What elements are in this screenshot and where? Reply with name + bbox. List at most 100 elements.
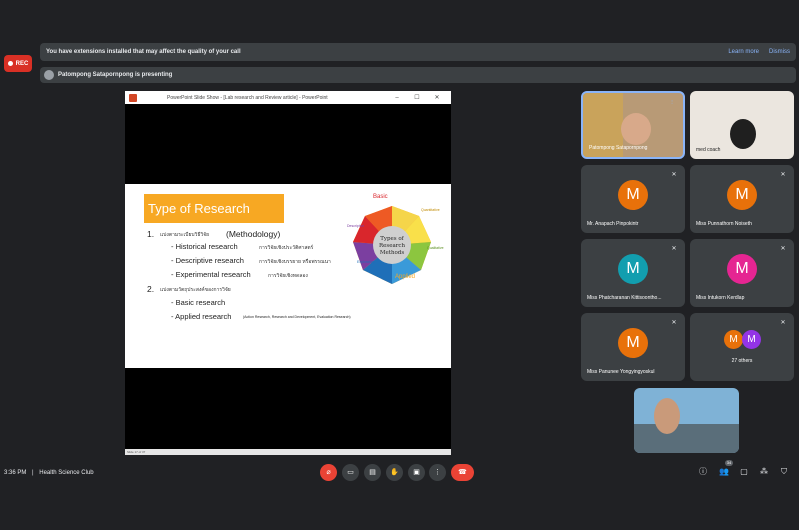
sub5-note: (Action Research, Research and Developme… <box>243 315 351 319</box>
participant-name: Miss Intukorn Kerdlap <box>696 295 745 301</box>
mic-off-icon: ✕ <box>671 320 677 326</box>
avatar: M <box>724 330 743 349</box>
extensions-notice: You have extensions installed that may a… <box>40 43 796 61</box>
mic-off-icon: ✕ <box>671 246 677 252</box>
activities-icon[interactable]: ⁂ <box>758 466 770 478</box>
info-icon[interactable]: ⓘ <box>697 466 709 478</box>
mic-off-icon: ✕ <box>671 172 677 178</box>
diagram-basic-label: Basic <box>373 194 388 200</box>
recording-badge[interactable]: REC <box>4 55 32 72</box>
participant-tile-presenter[interactable]: ⫶ Patompong Satapornpong <box>581 91 685 159</box>
participant-tile[interactable]: ✕ M Miss Punnathorn Noiseth <box>690 165 794 233</box>
mic-off-icon: ⌀ <box>326 469 331 476</box>
participant-name: Miss Panunee Yongyingyoskul <box>587 369 655 375</box>
diagram-center-line1: Types of <box>380 236 404 242</box>
meeting-info: 3:36 PM | Health Science Club <box>4 470 94 476</box>
participant-name: med coach <box>696 147 721 153</box>
participant-tile[interactable]: ✕ M Miss Phatcharanan Kittisoontho... <box>581 239 685 307</box>
slide: Type of Research 1. แบ่งตามระเบียบวิธีวิ… <box>125 184 451 368</box>
diagram-center-line2: Research <box>379 243 405 249</box>
close-icon: ✕ <box>434 95 440 101</box>
captions-button[interactable]: ▤ <box>364 464 381 481</box>
item1-number: 1. <box>147 229 155 239</box>
host-controls-icon[interactable]: ⛉ <box>778 466 790 478</box>
speaking-icon: ⫶ <box>671 100 673 106</box>
diagram-exploratory-label: Exploratory <box>357 260 375 264</box>
research-methods-diagram: Types of Research Methods <box>353 206 431 284</box>
participant-tile[interactable]: ✕ M Miss Intukorn Kerdlap <box>690 239 794 307</box>
video-background <box>634 424 739 453</box>
people-count-badge: 34 <box>725 460 733 466</box>
recording-label: REC <box>15 60 29 67</box>
mic-off-icon: ✕ <box>780 320 786 326</box>
sub2: - Descriptive research <box>171 256 244 265</box>
presenter-avatar <box>44 70 54 80</box>
diagram-descriptive-label: Descriptive <box>347 224 365 228</box>
diagram-center-line3: Methods <box>380 250 404 256</box>
meeting-name: Health Science Club <box>39 470 94 476</box>
avatar: M <box>727 254 757 284</box>
present-button[interactable]: ▣ <box>408 464 425 481</box>
presenter-video <box>621 113 651 145</box>
raise-hand-button[interactable]: ✋ <box>386 464 403 481</box>
powerpoint-icon <box>129 93 137 102</box>
captions-icon: ▤ <box>369 469 376 476</box>
camera-icon: ▭ <box>347 469 354 476</box>
presenting-banner: Patompong Satapornpong is presenting <box>40 67 796 83</box>
leave-call-button[interactable]: ☎ <box>451 464 474 481</box>
shared-screen: PowerPoint Slide Show - [Lab research an… <box>125 91 451 455</box>
sub1-thai: การวิจัยเชิงประวัติศาสตร์ <box>259 245 314 251</box>
dismiss-button[interactable]: Dismiss <box>769 49 790 55</box>
participant-tile-others[interactable]: ✕ M M 27 others <box>690 313 794 381</box>
maximize-icon: ☐ <box>414 95 420 101</box>
minimize-icon: – <box>395 94 399 101</box>
participant-tile[interactable]: ✕ M Miss Panunee Yongyingyoskul <box>581 313 685 381</box>
notice-message: You have extensions installed that may a… <box>46 49 241 55</box>
avatar: M <box>742 330 761 349</box>
avatar: M <box>618 254 648 284</box>
avatar: M <box>618 180 648 210</box>
participant-tile-med-coach[interactable]: med coach <box>690 91 794 159</box>
sub3: - Experimental research <box>171 270 251 279</box>
sub3-thai: การวิจัยเชิงทดลอง <box>268 273 308 279</box>
sub4: - Basic research <box>171 298 226 307</box>
others-count: 27 others <box>731 358 753 364</box>
diagram-quantitative-label: Quantitative <box>421 208 440 212</box>
participant-name: Patompong Satapornpong <box>589 145 648 151</box>
clock: 3:36 PM <box>4 470 27 476</box>
participant-name: Miss Phatcharanan Kittisoontho... <box>587 295 662 301</box>
slide-title: Type of Research <box>144 194 284 223</box>
present-icon: ▣ <box>413 469 420 476</box>
diagram-applied-label: Applied <box>395 274 416 280</box>
hand-icon: ✋ <box>390 469 399 476</box>
more-vert-icon: ⋮ <box>434 469 441 476</box>
avatar: M <box>727 180 757 210</box>
presenting-text: Patompong Satapornpong is presenting <box>58 72 173 78</box>
record-dot-icon <box>7 61 13 66</box>
camera-toggle-button[interactable]: ▭ <box>342 464 359 481</box>
powerpoint-title: PowerPoint Slide Show - [Lab research an… <box>167 94 328 101</box>
item2-number: 2. <box>147 284 155 294</box>
chat-icon[interactable]: ▢ <box>738 466 750 478</box>
learn-more-link[interactable]: Learn more <box>728 49 759 55</box>
mic-toggle-button[interactable]: ⌀ <box>320 464 337 481</box>
mic-off-icon: ✕ <box>780 172 786 178</box>
item2-thai: แบ่งตามวัตถุประสงค์ของการวิจัย <box>160 287 231 293</box>
phone-hangup-icon: ☎ <box>458 469 467 476</box>
participant-name: Miss Punnathorn Noiseth <box>696 221 752 227</box>
item1-thai: แบ่งตามระเบียบวิธีวิจัย <box>160 232 210 238</box>
participant-video <box>730 119 756 149</box>
self-video <box>654 398 680 434</box>
participant-tile[interactable]: ✕ M Mr. Anapach Pinpokintr <box>581 165 685 233</box>
item1-english: (Methodology) <box>226 229 281 239</box>
avatar: M <box>618 328 648 358</box>
diagram-qualitative-label: Qualitative <box>427 246 444 250</box>
participant-name: Mr. Anapach Pinpokintr <box>587 221 639 227</box>
more-options-button[interactable]: ⋮ <box>429 464 446 481</box>
people-icon[interactable]: 👥 <box>718 466 730 478</box>
self-view[interactable] <box>634 388 739 453</box>
powerpoint-titlebar: PowerPoint Slide Show - [Lab research an… <box>125 91 451 104</box>
powerpoint-statusbar: Slide 17 of 37 <box>125 449 451 455</box>
separator: | <box>32 470 34 476</box>
sub1: - Historical research <box>171 242 238 251</box>
